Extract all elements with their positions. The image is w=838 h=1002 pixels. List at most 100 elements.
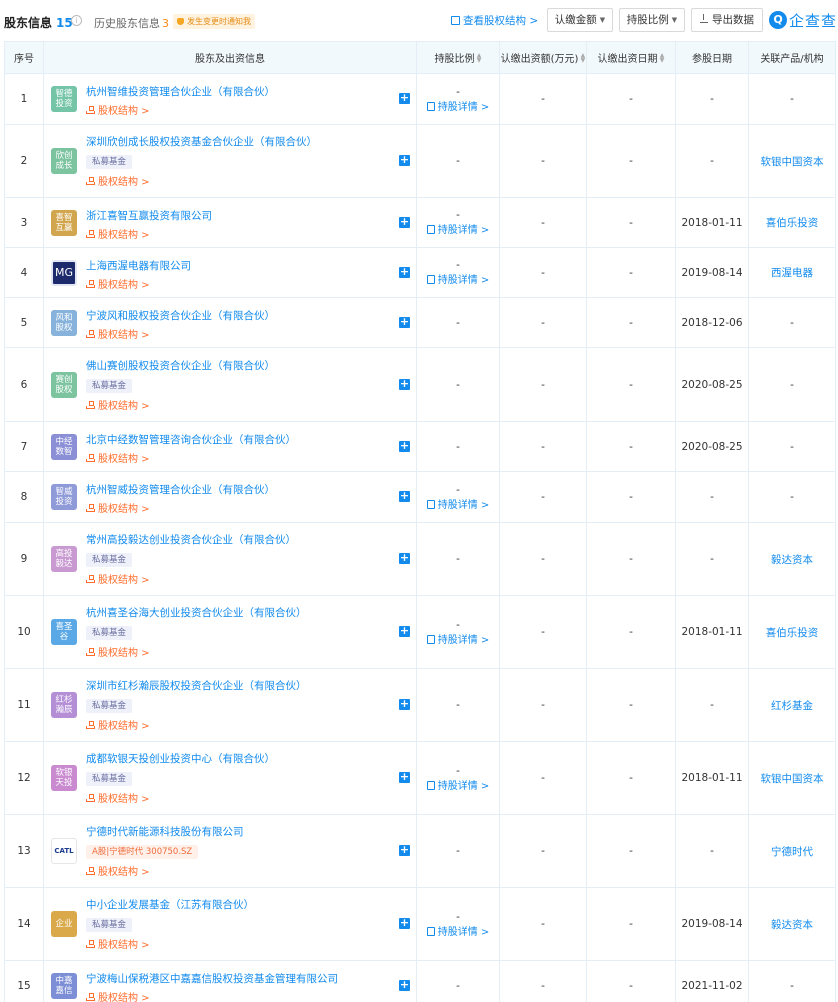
expand-plus-icon[interactable]: +: [399, 552, 410, 564]
equity-structure-link[interactable]: 股权结构 >: [86, 571, 150, 586]
company-name-link[interactable]: 北京中经数智管理咨询合伙企业（有限合伙）: [86, 432, 296, 447]
row-index: 1: [4, 73, 44, 125]
related-org-link[interactable]: 软银中国资本: [748, 124, 836, 198]
subscribed-amount-value: -: [499, 197, 587, 248]
view-equity-structure-link[interactable]: 查看股权结构 >: [451, 13, 538, 28]
company-name-link[interactable]: 佛山赛创股权投资合伙企业（有限合伙）: [86, 358, 275, 373]
expand-plus-icon[interactable]: +: [399, 917, 410, 929]
company-name-link[interactable]: 宁波风和股权投资合伙企业（有限合伙）: [86, 308, 275, 323]
expand-plus-icon[interactable]: +: [399, 266, 410, 278]
ratio-cell: -: [416, 960, 500, 1002]
company-tag: 私募基金: [86, 155, 133, 169]
expand-plus-icon[interactable]: +: [399, 378, 410, 390]
sort-icon[interactable]: ▲ ▼: [660, 53, 665, 64]
company-name-link[interactable]: 常州高投毅达创业投资合伙企业（有限合伙）: [86, 532, 296, 547]
ratio-value: -: [456, 378, 460, 391]
equity-structure-link[interactable]: 股权结构 >: [86, 989, 150, 1002]
expand-plus-icon[interactable]: +: [399, 771, 410, 783]
company-name-link[interactable]: 深圳欣创成长股权投资基金合伙企业（有限合伙）: [86, 134, 317, 149]
related-org-link[interactable]: 软银中国资本: [748, 741, 836, 815]
row-index: 4: [4, 247, 44, 298]
shareholding-detail-link[interactable]: 持股详情 >: [417, 923, 499, 938]
company-tag[interactable]: A股|宁德时代 300750.SZ: [86, 845, 199, 859]
equity-structure-link[interactable]: 股权结构 >: [86, 226, 150, 241]
col-subscribed-amount[interactable]: 认缴出资额(万元) ▲ ▼: [499, 41, 587, 74]
equity-structure-link[interactable]: 股权结构 >: [86, 500, 150, 515]
related-org-link[interactable]: 喜伯乐投资: [748, 197, 836, 248]
company-name-link[interactable]: 杭州智维投资管理合伙企业（有限合伙）: [86, 84, 275, 99]
shareholding-detail-link[interactable]: 持股详情 >: [417, 221, 499, 236]
expand-plus-icon[interactable]: +: [399, 698, 410, 710]
shareholding-detail-link[interactable]: 持股详情 >: [417, 496, 499, 511]
col-sub-date-label: 认缴出资日期: [597, 54, 658, 65]
info-icon[interactable]: i: [71, 15, 82, 26]
ratio-value: -: [456, 85, 460, 98]
related-org-link[interactable]: 喜伯乐投资: [748, 595, 836, 669]
equity-structure-link[interactable]: 股权结构 >: [86, 717, 150, 732]
company-logo: 红杉瀚辰: [51, 692, 77, 718]
shareholding-detail-link[interactable]: 持股详情 >: [417, 98, 499, 113]
subscribed-amount-value: -: [499, 73, 587, 125]
expand-plus-icon[interactable]: +: [399, 316, 410, 328]
shareholder-cell: 软银天投 成都软银天投创业投资中心（有限合伙） 私募基金 股权结构 > +: [43, 741, 417, 815]
company-name-link[interactable]: 成都软银天投创业投资中心（有限合伙）: [86, 751, 275, 766]
related-org-link[interactable]: 西渥电器: [748, 247, 836, 298]
expand-plus-icon[interactable]: +: [399, 154, 410, 166]
shareholding-detail-link[interactable]: 持股详情 >: [417, 271, 499, 286]
expand-plus-icon[interactable]: +: [399, 440, 410, 452]
equity-structure-link[interactable]: 股权结构 >: [86, 936, 150, 951]
shareholding-detail-link[interactable]: 持股详情 >: [417, 777, 499, 792]
company-name-link[interactable]: 宁波梅山保税港区中嘉嘉信股权投资基金管理有限公司: [86, 971, 338, 986]
equity-structure-link[interactable]: 股权结构 >: [86, 790, 150, 805]
equity-structure-link[interactable]: 股权结构 >: [86, 276, 150, 291]
expand-plus-icon[interactable]: +: [399, 92, 410, 104]
company-name-link[interactable]: 宁德时代新能源科技股份有限公司: [86, 824, 244, 839]
expand-plus-icon[interactable]: +: [399, 979, 410, 991]
expand-plus-icon[interactable]: +: [399, 216, 410, 228]
shareholding-detail-link[interactable]: 持股详情 >: [417, 631, 499, 646]
company-name-link[interactable]: 杭州喜圣谷海大创业投资合伙企业（有限合伙）: [86, 605, 307, 620]
company-name-link[interactable]: 深圳市红杉瀚辰股权投资合伙企业（有限合伙）: [86, 678, 307, 693]
logo-text: 企查查: [789, 11, 838, 30]
ratio-value: -: [456, 483, 460, 496]
join-date-value: -: [675, 471, 749, 523]
equity-structure-link[interactable]: 股权结构 >: [86, 173, 150, 188]
detail-link-label: 持股详情 >: [437, 926, 490, 938]
related-org-link[interactable]: 红杉基金: [748, 668, 836, 742]
export-data-button[interactable]: 导出数据: [691, 8, 763, 32]
company-name-link[interactable]: 杭州智威投资管理合伙企业（有限合伙）: [86, 482, 275, 497]
company-logo: 喜圣谷: [51, 619, 77, 645]
related-org-link[interactable]: 毅达资本: [748, 887, 836, 961]
expand-plus-icon[interactable]: +: [399, 490, 410, 502]
shareholding-ratio-filter[interactable]: 持股比例 ▼: [619, 8, 685, 32]
company-logo: MG: [51, 259, 77, 286]
col-subscribed-date[interactable]: 认缴出资日期 ▲ ▼: [586, 41, 676, 74]
equity-structure-link[interactable]: 股权结构 >: [86, 863, 150, 878]
structure-link-label: 股权结构 >: [98, 867, 150, 878]
company-name-link[interactable]: 上海西渥电器有限公司: [86, 258, 191, 273]
related-org-link[interactable]: 毅达资本: [748, 522, 836, 596]
equity-structure-link[interactable]: 股权结构 >: [86, 450, 150, 465]
subscribed-amount-filter[interactable]: 认缴金额 ▼: [547, 8, 613, 32]
notify-on-change-button[interactable]: 发生变更时通知我: [173, 14, 255, 29]
equity-structure-link[interactable]: 股权结构 >: [86, 326, 150, 341]
ratio-cell: -: [416, 814, 500, 888]
related-org-link[interactable]: 宁德时代: [748, 814, 836, 888]
sort-icon[interactable]: ▲ ▼: [580, 53, 586, 64]
sort-icon[interactable]: ▲ ▼: [477, 53, 482, 64]
history-shareholders-tab[interactable]: 历史股东信息 3: [94, 15, 169, 31]
equity-structure-link[interactable]: 股权结构 >: [86, 102, 150, 117]
join-date-value: -: [675, 522, 749, 596]
document-icon: [426, 225, 435, 234]
company-name-link[interactable]: 浙江喜智互赢投资有限公司: [86, 208, 212, 223]
structure-icon: [86, 867, 95, 875]
col-ratio[interactable]: 持股比例 ▲ ▼: [416, 41, 500, 74]
equity-structure-link[interactable]: 股权结构 >: [86, 397, 150, 412]
company-logo: 风和股权: [51, 309, 77, 336]
expand-plus-icon[interactable]: +: [399, 625, 410, 637]
structure-icon: [86, 329, 95, 338]
company-name-link[interactable]: 中小企业发展基金（江苏有限合伙）: [86, 897, 254, 912]
expand-plus-icon[interactable]: +: [399, 844, 410, 856]
equity-structure-link[interactable]: 股权结构 >: [86, 644, 150, 659]
company-logo: 欣创成长: [51, 148, 77, 174]
